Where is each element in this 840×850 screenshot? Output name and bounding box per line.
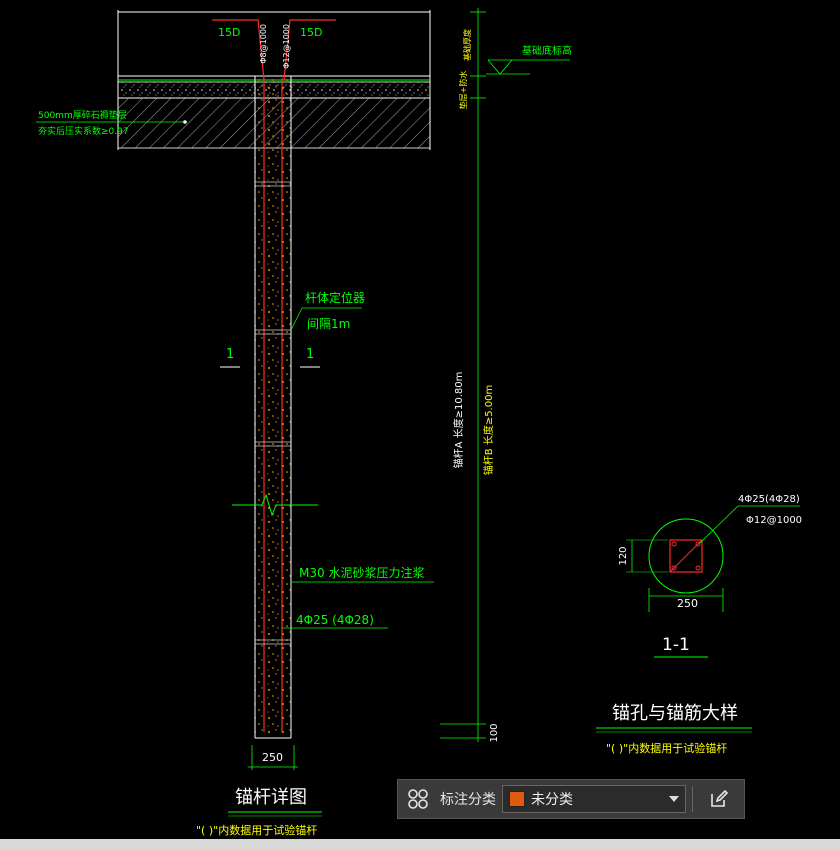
chevron-down-icon xyxy=(669,796,679,802)
locator-label: 杆体定位器 间隔1m xyxy=(290,290,365,331)
length-a-label: 锚杆A 长度≥10.80m xyxy=(452,372,465,469)
rebar-bends: 15D 15D Φ8@1000 Φ12@1000 xyxy=(212,19,336,81)
section-1-1: 4Φ25(4Φ28) Φ12@1000 120 250 1-1 xyxy=(618,494,802,658)
bottom-dim-label: 100 xyxy=(489,723,500,742)
hole-detail-title-group: 锚孔与锚筋大样 "( )"内数据用于试验锚杆 xyxy=(596,703,752,755)
category-color-swatch xyxy=(509,791,525,807)
rebar-label-right: 15D xyxy=(300,26,322,39)
bars-label: 4Φ25 (4Φ28) xyxy=(282,613,388,629)
edit-icon[interactable] xyxy=(699,780,739,818)
anchor-column xyxy=(232,76,318,739)
elevation-marker: 基础底标高 xyxy=(486,44,572,75)
anchor-detail-title-group: 锚杆详图 "( )"内数据用于试验锚杆 xyxy=(196,787,322,837)
section-mark-left: 1 xyxy=(226,347,234,362)
width-dimension: 250 xyxy=(248,745,298,770)
cad-drawing-canvas[interactable]: 15D 15D Φ8@1000 Φ12@1000 500mm厚碎石褥垫层 夯实后… xyxy=(0,0,840,850)
section-title: 1-1 xyxy=(662,635,690,655)
locator-label-2: 间隔1m xyxy=(307,317,350,331)
section-dim-250: 250 xyxy=(677,597,698,610)
category-selected-value: 未分类 xyxy=(531,792,573,808)
rebar-label-left: 15D xyxy=(218,26,240,39)
annotation-category-select[interactable]: 未分类 xyxy=(502,785,686,813)
annotation-category-label: 标注分类 xyxy=(440,792,496,808)
width-text: 250 xyxy=(262,751,283,764)
hole-detail-note: "( )"内数据用于试验锚杆 xyxy=(606,741,727,755)
anchor-detail-title: 锚杆详图 xyxy=(235,787,307,808)
section-dim-120: 120 xyxy=(618,546,629,565)
toolbar-divider xyxy=(692,786,693,812)
hole-detail-title: 锚孔与锚筋大样 xyxy=(612,703,738,724)
annotation-toolbar: 标注分类 未分类 xyxy=(397,779,745,819)
anchor-detail-note: "( )"内数据用于试验锚杆 xyxy=(196,823,317,837)
section-mark-right: 1 xyxy=(306,347,314,362)
bars-text: 4Φ25 (4Φ28) xyxy=(296,613,374,627)
gravel-label-2: 夯实后压实系数≥0.97 xyxy=(38,125,129,137)
cushion-label: 垫层+防水 xyxy=(458,71,468,110)
foundation-elevation-label: 基础底标高 xyxy=(522,44,572,57)
rebar-vertical-right: Φ12@1000 xyxy=(282,24,291,69)
locator-label-1: 杆体定位器 xyxy=(305,290,365,305)
gravel-label-1: 500mm厚碎石褥垫层 xyxy=(38,109,127,121)
section-stirrup-label: Φ12@1000 xyxy=(746,515,802,526)
grout-label: M30 水泥砂浆压力注浆 xyxy=(291,565,434,583)
four-circles-icon[interactable] xyxy=(398,780,438,818)
vertical-dimension: 基础厚度 垫层+防水 锚杆A 长度≥10.80m 锚杆B 长度≥5.00m 10… xyxy=(440,8,500,743)
section-bars-label: 4Φ25(4Φ28) xyxy=(738,494,800,505)
rebar-vertical-left: Φ8@1000 xyxy=(259,24,268,64)
bottom-scroll-strip[interactable] xyxy=(0,839,840,850)
foundation-thickness-label: 基础厚度 xyxy=(462,29,472,61)
length-b-label: 锚杆B 长度≥5.00m xyxy=(482,385,495,475)
grout-text: M30 水泥砂浆压力注浆 xyxy=(299,565,424,580)
